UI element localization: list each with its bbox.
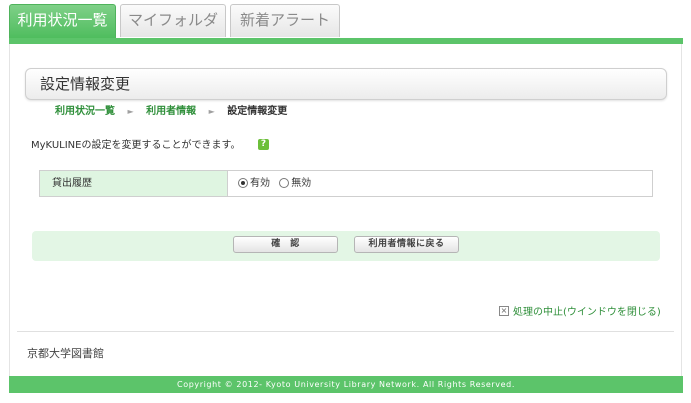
radio-enabled[interactable] <box>238 177 248 188</box>
breadcrumb-user-info[interactable]: 利用者情報 <box>146 106 196 117</box>
radio-disabled-label[interactable]: 無効 <box>291 178 311 189</box>
footer-copyright: Copyright © 2012- Kyoto University Libra… <box>9 376 683 393</box>
setting-value-loan-history: 有効 無効 <box>238 171 317 196</box>
page-description: MyKULINEの設定を変更することができます。 <box>31 140 241 151</box>
library-name: 京都大学図書館 <box>27 347 104 360</box>
breadcrumb: 利用状況一覧 ► 利用者情報 ► 設定情報変更 <box>55 105 287 119</box>
tab-new-alerts[interactable]: 新着アラート <box>230 4 340 37</box>
breadcrumb-usage-list[interactable]: 利用状況一覧 <box>55 106 115 117</box>
setting-label-loan-history: 貸出履歴 <box>40 171 228 196</box>
action-bar: 確 認 利用者情報に戻る <box>32 231 660 261</box>
radio-enabled-label[interactable]: 有効 <box>250 178 270 189</box>
close-window-icon: × <box>499 306 509 316</box>
tab-my-folder[interactable]: マイフォルダ <box>120 4 226 37</box>
settings-table: 貸出履歴 有効 無効 <box>39 170 653 197</box>
cancel-link-text[interactable]: 処理の中止(ウインドウを閉じる) <box>513 307 661 318</box>
help-icon[interactable]: ? <box>258 139 269 150</box>
breadcrumb-separator-icon: ► <box>208 107 215 116</box>
confirm-button[interactable]: 確 認 <box>233 236 338 253</box>
breadcrumb-separator-icon: ► <box>127 107 134 116</box>
radio-disabled[interactable] <box>279 177 290 188</box>
divider <box>17 331 674 332</box>
breadcrumb-current: 設定情報変更 <box>227 106 288 117</box>
page-title: 設定情報変更 <box>25 68 667 100</box>
tab-usage-list[interactable]: 利用状況一覧 <box>9 4 116 38</box>
cancel-link[interactable]: × 処理の中止(ウインドウを閉じる) <box>499 306 661 320</box>
back-to-user-info-button[interactable]: 利用者情報に戻る <box>354 236 459 253</box>
